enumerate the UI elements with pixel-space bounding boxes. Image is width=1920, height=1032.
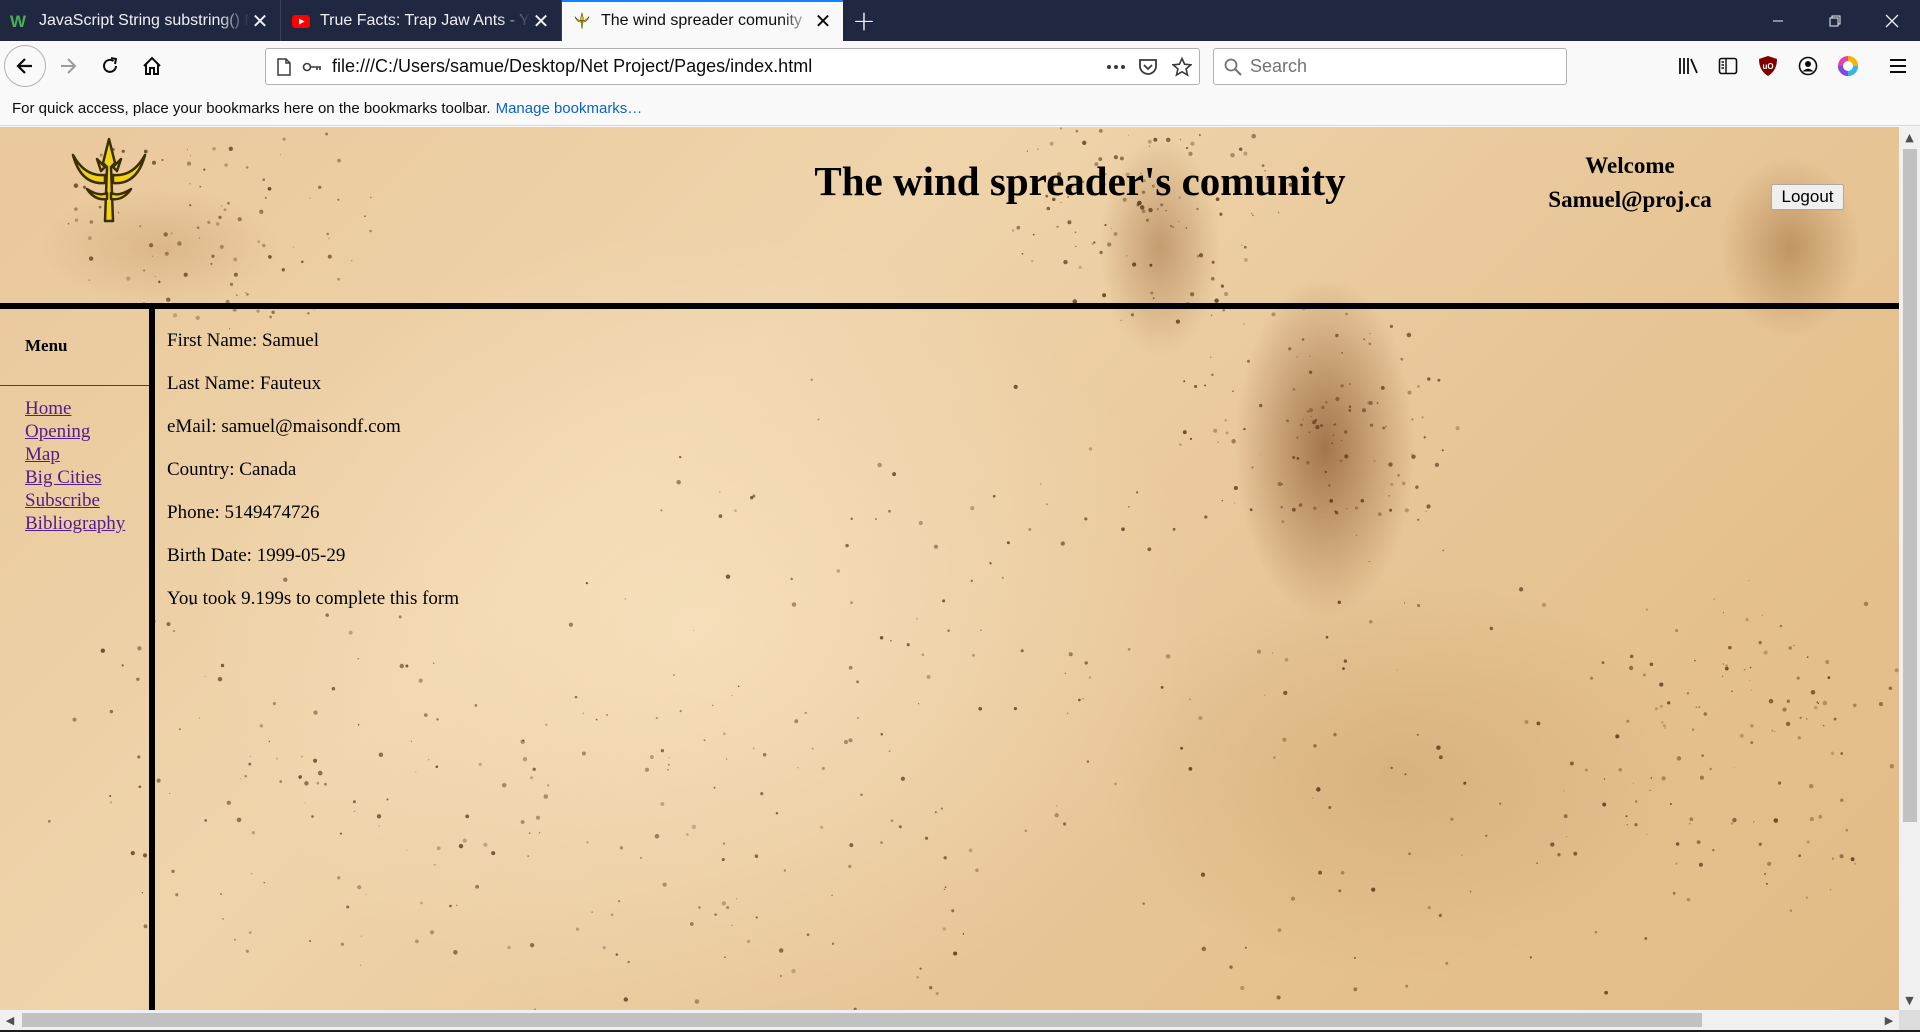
page-viewport: The wind spreader's comunity Welcome Sam… <box>0 127 1899 1010</box>
navigation-toolbar: file:///C:/Users/samue/Desktop/Net Proje… <box>0 41 1920 91</box>
site-logo <box>71 137 147 223</box>
svg-text:uO: uO <box>1763 62 1774 71</box>
close-icon <box>1885 14 1898 27</box>
scroll-up-icon[interactable]: ▲ <box>1899 127 1920 147</box>
color-picker-icon <box>1838 56 1858 76</box>
minimize-button[interactable] <box>1749 0 1806 41</box>
close-icon[interactable]: ✕ <box>531 11 551 31</box>
email-text: eMail: samuel@maisondf.com <box>167 416 401 437</box>
menu-link-map[interactable]: Map <box>25 444 60 465</box>
menu-item: Map <box>25 443 125 466</box>
toolbar-icons: uO <box>1668 46 1918 86</box>
menu-item: Home <box>25 397 125 420</box>
site-header: The wind spreader's comunity Welcome Sam… <box>0 127 1899 303</box>
search-bar[interactable]: Search <box>1213 48 1567 85</box>
library-button[interactable] <box>1668 46 1708 86</box>
back-button[interactable] <box>4 45 46 87</box>
country-text: Country: Canada <box>167 459 297 480</box>
close-icon[interactable]: ✕ <box>250 11 270 31</box>
first-name-text: First Name: Samuel <box>167 330 319 351</box>
welcome-block: Welcome Samuel@proj.ca <box>1520 149 1740 217</box>
home-button[interactable] <box>132 46 172 86</box>
last-name-text: Last Name: Fauteux <box>167 373 322 394</box>
menu-divider <box>0 385 149 386</box>
home-icon <box>143 56 161 75</box>
tab-strip: W JavaScript String substring() Me ✕ Tru… <box>0 0 1920 41</box>
menu-button[interactable] <box>1878 46 1918 86</box>
menu-item: Bibliography <box>25 512 125 535</box>
tab-title: JavaScript String substring() Me <box>39 11 250 29</box>
tab-youtube[interactable]: True Facts: Trap Jaw Ants - YouT ✕ <box>281 0 562 41</box>
colorzilla-button[interactable] <box>1828 46 1868 86</box>
scroll-down-icon[interactable]: ▼ <box>1899 990 1920 1010</box>
restore-button[interactable] <box>1806 0 1863 41</box>
page-icon <box>276 57 292 76</box>
scrollbar-corner <box>1899 1010 1920 1030</box>
vertical-scrollbar[interactable]: ▲ ▼ <box>1899 127 1920 1010</box>
welcome-label: Welcome <box>1585 153 1675 178</box>
arrow-left-icon <box>16 58 32 74</box>
sidebar-icon <box>1718 57 1738 75</box>
close-icon[interactable]: ✕ <box>813 11 833 31</box>
horizontal-scrollbar[interactable]: ◀ ▶ <box>0 1010 1899 1030</box>
menu-title: Menu <box>25 336 68 355</box>
user-email: Samuel@proj.ca <box>1548 187 1712 212</box>
svg-text:W: W <box>10 12 27 31</box>
profile-content: First Name: Samuel Last Name: Fauteux eM… <box>167 329 459 630</box>
manage-bookmarks-link[interactable]: Manage bookmarks… <box>496 100 643 117</box>
sidebar-divider <box>149 309 155 1010</box>
forward-button[interactable] <box>48 46 88 86</box>
url-text: file:///C:/Users/samue/Desktop/Net Proje… <box>332 56 813 76</box>
logout-button[interactable]: Logout <box>1771 184 1844 210</box>
account-button[interactable] <box>1788 46 1828 86</box>
birth-date-text: Birth Date: 1999-05-29 <box>167 545 346 566</box>
library-icon <box>1679 58 1698 74</box>
w3schools-icon: W <box>10 11 30 31</box>
menu-item: Big Cities <box>25 466 125 489</box>
tab-title: True Facts: Trap Jaw Ants - YouT <box>320 11 531 29</box>
header-divider <box>0 303 1899 309</box>
account-icon <box>1798 56 1818 76</box>
restore-icon <box>1829 15 1840 26</box>
scroll-left-icon[interactable]: ◀ <box>0 1010 20 1030</box>
close-window-button[interactable] <box>1863 0 1920 41</box>
tab-wind-spreader[interactable]: The wind spreader comunity ✕ <box>562 0 843 41</box>
menu-list: Home Opening Map Big Cities Subscribe Bi… <box>25 397 125 535</box>
tab-w3schools[interactable]: W JavaScript String substring() Me ✕ <box>0 0 281 41</box>
phone-text: Phone: 5149474726 <box>167 502 320 523</box>
bookmarks-hint: For quick access, place your bookmarks h… <box>12 99 491 117</box>
menu-item: Opening <box>25 420 125 443</box>
tab-title: The wind spreader comunity <box>601 11 802 29</box>
menu-link-bibliography[interactable]: Bibliography <box>25 513 125 534</box>
sidebar-button[interactable] <box>1708 46 1748 86</box>
minimize-icon <box>1772 20 1783 21</box>
bookmarks-toolbar: For quick access, place your bookmarks h… <box>0 91 1920 126</box>
completion-time-text: You took 9.199s to complete this form <box>167 588 460 609</box>
arrow-right-icon <box>61 58 77 74</box>
menu-link-big-cities[interactable]: Big Cities <box>25 467 102 488</box>
menu-link-home[interactable]: Home <box>25 398 71 419</box>
url-bar[interactable]: file:///C:/Users/samue/Desktop/Net Proje… <box>265 48 1200 85</box>
menu-link-subscribe[interactable]: Subscribe <box>25 490 100 511</box>
key-icon[interactable] <box>302 60 322 74</box>
bookmark-star-icon[interactable] <box>1165 56 1199 77</box>
youtube-icon <box>291 11 311 31</box>
vertical-scroll-thumb[interactable] <box>1903 149 1917 822</box>
page-title: The wind spreader's comunity <box>814 158 1346 204</box>
search-placeholder: Search <box>1250 56 1308 76</box>
reload-icon <box>103 57 118 73</box>
ublock-shield-icon: uO <box>1759 56 1777 76</box>
site-logo-icon <box>572 11 592 31</box>
hamburger-menu-icon <box>1890 59 1906 73</box>
search-icon <box>1224 58 1242 76</box>
more-actions-icon[interactable] <box>1101 64 1131 70</box>
menu-link-opening[interactable]: Opening <box>25 421 90 442</box>
ublock-button[interactable]: uO <box>1748 46 1788 86</box>
menu-item: Subscribe <box>25 489 125 512</box>
pocket-icon[interactable] <box>1131 58 1165 76</box>
scroll-right-icon[interactable]: ▶ <box>1879 1010 1899 1030</box>
new-tab-button[interactable]: + <box>843 0 885 41</box>
horizontal-scroll-thumb[interactable] <box>22 1013 1702 1027</box>
reload-button[interactable] <box>90 46 130 86</box>
